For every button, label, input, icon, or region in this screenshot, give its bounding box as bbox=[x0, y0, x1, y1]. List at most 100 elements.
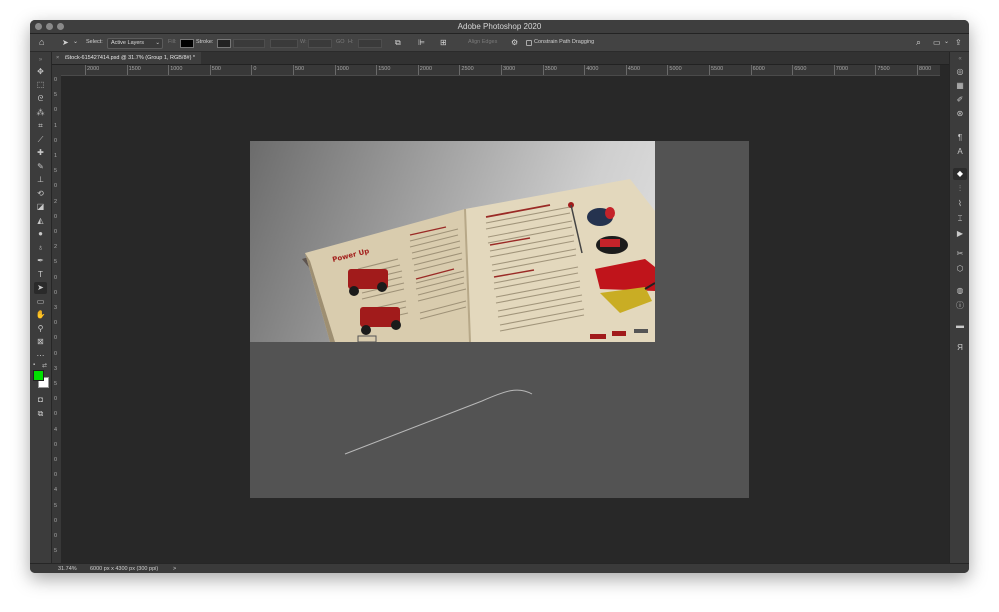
search-icon[interactable]: ⌕ bbox=[916, 34, 921, 51]
path-selection-tool-icon[interactable]: ➤ bbox=[62, 34, 69, 51]
channels-icon[interactable]: ⫶ bbox=[953, 183, 967, 195]
glyph-icon[interactable]: Я bbox=[953, 342, 967, 354]
share-icon[interactable]: ⇪ bbox=[955, 34, 962, 51]
ruler-tick-label: 0 bbox=[54, 229, 58, 235]
blur-tool-icon[interactable]: ● bbox=[34, 228, 47, 240]
ruler-tick-label: 1500 bbox=[128, 66, 141, 72]
move-tool-icon[interactable]: ✥ bbox=[34, 66, 47, 78]
dodge-tool-icon[interactable]: ♁ bbox=[34, 242, 47, 254]
constrain-checkbox[interactable] bbox=[526, 40, 532, 46]
fill-swatch[interactable] bbox=[180, 39, 194, 48]
frame-tool-icon[interactable]: ⊠ bbox=[34, 336, 47, 348]
ruler-tick-mark bbox=[875, 65, 877, 75]
tools-icon[interactable]: ✂ bbox=[953, 248, 967, 260]
horizontal-ruler[interactable]: 2000 1500 1000 500 0 500 1000 1500 2000 2500 3000 3… bbox=[61, 65, 940, 76]
canvas-area[interactable]: Power Up bbox=[61, 76, 940, 563]
magic-wand-icon[interactable]: ⁂ bbox=[34, 107, 47, 119]
stroke-type-dropdown[interactable] bbox=[270, 39, 298, 48]
quick-mask-icon[interactable]: ◘ bbox=[34, 394, 47, 406]
status-menu-arrow[interactable]: > bbox=[173, 564, 176, 573]
clone-stamp-icon[interactable]: ⊥ bbox=[34, 174, 47, 186]
brush-tool-icon[interactable]: ✎ bbox=[34, 161, 47, 173]
cube-icon[interactable]: ⬡ bbox=[953, 263, 967, 275]
screen-mode-icon[interactable]: ⧉ bbox=[34, 408, 47, 420]
default-colors-icon[interactable]: ▪ bbox=[33, 362, 35, 368]
stroke-width-field[interactable] bbox=[233, 39, 265, 48]
ruler-tick-label: 0 bbox=[54, 335, 58, 342]
path-arrangement-icon[interactable]: ⊞ bbox=[440, 34, 447, 51]
ruler-tick-label: 4500 bbox=[627, 66, 641, 72]
character-icon[interactable]: A bbox=[953, 146, 967, 158]
ruler-tick-mark bbox=[792, 65, 794, 75]
healing-brush-icon[interactable]: ✚ bbox=[34, 147, 47, 159]
link-dimensions-icon[interactable]: GO bbox=[336, 34, 345, 51]
ruler-tick-label: 2000 bbox=[87, 66, 100, 72]
history-brush-icon[interactable]: ⟲ bbox=[34, 188, 47, 200]
ruler-tick-label: 4 bbox=[54, 426, 58, 433]
home-icon[interactable]: ⌂ bbox=[39, 34, 44, 51]
ruler-tick-label: 2 bbox=[54, 244, 58, 251]
path-operations-icon[interactable]: ⧉ bbox=[395, 34, 401, 51]
path-alignment-icon[interactable]: ⊫ bbox=[418, 34, 425, 51]
foreground-color-swatch[interactable] bbox=[33, 370, 44, 381]
marquee-tool-icon[interactable]: ⬚ bbox=[34, 79, 47, 91]
select-label: Select: bbox=[86, 39, 103, 45]
ruler-tick-label: 0 bbox=[54, 137, 58, 144]
ruler-tick-label: 0 bbox=[54, 274, 58, 281]
ruler-tick-mark bbox=[293, 65, 294, 75]
paragraph-icon[interactable]: ¶ bbox=[953, 132, 967, 144]
document-canvas[interactable]: Power Up bbox=[250, 141, 749, 498]
document-info: 6000 px x 4300 px (300 ppi) bbox=[90, 566, 159, 572]
ruler-tick-label: 0 bbox=[54, 183, 58, 190]
ruler-tick-label: 0 bbox=[54, 457, 58, 463]
panel-collapse-icon[interactable]: » bbox=[34, 54, 47, 66]
ruler-origin[interactable] bbox=[52, 65, 61, 75]
info-icon[interactable]: ⓘ bbox=[953, 300, 967, 312]
navigator-icon[interactable]: ⊛ bbox=[953, 108, 967, 120]
play-icon[interactable]: ▶ bbox=[953, 228, 967, 240]
3d-icon[interactable]: ◎ bbox=[953, 66, 967, 78]
status-bar: 31.74% 6000 px x 4300 px (300 ppi) > bbox=[30, 563, 969, 573]
select-dropdown[interactable]: Active Layers ⌄ bbox=[107, 38, 163, 49]
pen-tool-icon[interactable]: ✒ bbox=[34, 255, 47, 267]
more-tools-icon[interactable]: ⋯ bbox=[34, 350, 47, 362]
workspace-icon[interactable]: ▭ bbox=[933, 34, 941, 51]
tool-preset-chevron-icon[interactable]: ⌄ bbox=[73, 34, 78, 51]
layers-icon[interactable]: ◆ bbox=[953, 168, 967, 180]
paint-bucket-icon[interactable]: ◭ bbox=[34, 215, 47, 227]
path-selection-icon[interactable]: ➤ bbox=[34, 282, 47, 294]
zoom-tool-icon[interactable]: ⚲ bbox=[34, 323, 47, 335]
swatches-icon[interactable]: ▬ bbox=[953, 320, 967, 332]
stroke-swatch[interactable] bbox=[217, 39, 231, 48]
ruler-tick-label: 0 bbox=[54, 533, 58, 539]
grid-icon[interactable]: ▦ bbox=[953, 80, 967, 92]
ruler-tick-label: 0 bbox=[54, 441, 58, 448]
height-field[interactable] bbox=[358, 39, 382, 48]
swap-colors-icon[interactable]: ⇄ bbox=[42, 362, 47, 369]
ruler-tick-label: 8000 bbox=[919, 66, 932, 72]
lasso-tool-icon[interactable]: ᘓ bbox=[34, 93, 47, 105]
dock-collapse-icon[interactable]: « bbox=[953, 53, 967, 65]
transform-icon[interactable]: ⌶ bbox=[953, 213, 967, 225]
ruler-tick-label: 3500 bbox=[544, 66, 557, 72]
ruler-tick-mark bbox=[334, 65, 336, 75]
crop-tool-icon[interactable]: ⌗ bbox=[34, 120, 47, 132]
hand-tool-icon[interactable]: ✋ bbox=[34, 309, 47, 321]
path-stroke[interactable] bbox=[250, 141, 749, 498]
paths-icon[interactable]: ⌇ bbox=[953, 198, 967, 210]
document-tab[interactable]: × iStock-615427414.psd @ 31.7% (Group 1,… bbox=[52, 52, 202, 64]
brush-panel-icon[interactable]: ✐ bbox=[953, 94, 967, 106]
eraser-icon[interactable]: ◪ bbox=[34, 201, 47, 213]
type-tool-icon[interactable]: T bbox=[34, 269, 47, 281]
ruler-tick-label: 5 bbox=[54, 259, 58, 266]
workspace-chevron-icon[interactable]: ⌄ bbox=[944, 34, 949, 51]
zoom-level[interactable]: 31.74% bbox=[58, 564, 77, 573]
width-field[interactable] bbox=[308, 39, 332, 48]
gear-icon[interactable]: ⚙ bbox=[511, 34, 518, 51]
close-tab-icon[interactable]: × bbox=[56, 55, 59, 61]
ruler-tick-label: 1 bbox=[54, 153, 58, 159]
eyedropper-icon[interactable]: ⟋ bbox=[34, 134, 47, 146]
ruler-tick-mark bbox=[168, 65, 170, 75]
rectangle-tool-icon[interactable]: ▭ bbox=[34, 296, 47, 308]
color-icon[interactable]: ◍ bbox=[953, 285, 967, 297]
